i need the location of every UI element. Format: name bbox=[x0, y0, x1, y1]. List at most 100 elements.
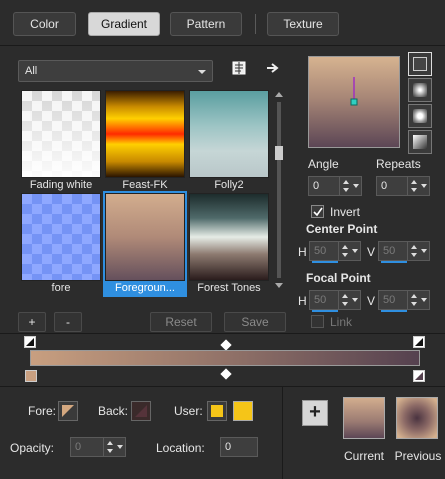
linear-style-button[interactable] bbox=[408, 52, 432, 76]
previous-gradient-preview[interactable] bbox=[396, 397, 438, 439]
focal-h-stepper[interactable] bbox=[338, 291, 360, 309]
swatch-preview bbox=[21, 90, 101, 178]
scroll-thumb[interactable] bbox=[275, 146, 283, 160]
swatch-label: Folly2 bbox=[214, 179, 244, 191]
section-divider bbox=[0, 386, 445, 387]
link-checkbox[interactable] bbox=[311, 315, 324, 328]
user-radio[interactable] bbox=[207, 401, 227, 421]
center-h-input[interactable]: 50 bbox=[309, 241, 361, 263]
current-label: Current bbox=[343, 449, 384, 463]
focal-v-slider[interactable] bbox=[381, 310, 407, 312]
back-swatch[interactable] bbox=[131, 401, 151, 421]
check-icon bbox=[313, 207, 323, 217]
swatch-label: Feast-FK bbox=[122, 179, 168, 191]
center-h-slider[interactable] bbox=[312, 261, 338, 263]
gradient-swatch-foreground[interactable]: Foregroun... bbox=[103, 191, 187, 297]
angle-label: Angle bbox=[308, 157, 339, 171]
section-divider bbox=[0, 333, 445, 334]
swatch-preview bbox=[189, 90, 269, 178]
opacity-stop-right[interactable] bbox=[413, 336, 425, 348]
focal-h-slider[interactable] bbox=[312, 310, 338, 312]
swatch-preview bbox=[105, 90, 185, 178]
tab-bar: Color Gradient Pattern Texture bbox=[0, 0, 445, 46]
location-value: 0 bbox=[225, 441, 232, 453]
angle-input[interactable]: 0 bbox=[308, 176, 362, 196]
color-stop-icon bbox=[415, 372, 423, 380]
swatch-label: Foregroun... bbox=[105, 281, 185, 295]
center-v-stepper[interactable] bbox=[407, 242, 429, 260]
previous-label: Previous bbox=[394, 449, 442, 463]
gradient-swatch-folly2[interactable]: Folly2 bbox=[189, 90, 269, 192]
opacity-stop-left[interactable] bbox=[24, 336, 36, 348]
gradient-swatch-fading-white[interactable]: Fading white bbox=[21, 90, 101, 192]
repeats-value: 0 bbox=[381, 180, 388, 192]
gradient-swatch-forest-tones[interactable]: Forest Tones bbox=[189, 193, 269, 295]
opacity-stepper[interactable] bbox=[103, 438, 125, 456]
scroll-up-icon[interactable] bbox=[275, 92, 283, 97]
focal-v-label: V bbox=[367, 294, 376, 308]
opacity-midpoint[interactable] bbox=[220, 339, 232, 351]
gradient-direction-handle[interactable] bbox=[309, 57, 399, 147]
category-select-value: All bbox=[25, 65, 38, 77]
location-label: Location: bbox=[156, 441, 205, 455]
opacity-label: Opacity: bbox=[10, 441, 55, 455]
invert-checkbox[interactable] bbox=[311, 205, 324, 218]
center-v-input[interactable]: 50 bbox=[378, 241, 430, 263]
color-midpoint[interactable] bbox=[220, 368, 232, 380]
arrow-right-icon[interactable] bbox=[266, 61, 280, 75]
gradient-preview[interactable] bbox=[308, 56, 400, 148]
tab-gradient[interactable]: Gradient bbox=[88, 12, 160, 36]
tab-separator bbox=[255, 14, 256, 34]
sunburst-style-button[interactable] bbox=[408, 104, 432, 128]
opacity-stop-icon bbox=[415, 338, 423, 346]
center-v-label: V bbox=[367, 245, 376, 259]
swatch-label: Fading white bbox=[29, 179, 93, 191]
repeats-input[interactable]: 0 bbox=[376, 176, 430, 196]
focal-v-value: 50 bbox=[383, 294, 396, 306]
swatch-preview bbox=[21, 193, 101, 281]
add-to-swatches-button[interactable]: + bbox=[302, 400, 328, 426]
remove-gradient-button[interactable]: - bbox=[54, 312, 82, 332]
radial-style-button[interactable] bbox=[408, 130, 432, 154]
color-stop-right[interactable] bbox=[413, 370, 425, 382]
location-input[interactable]: 0 bbox=[220, 437, 258, 457]
focal-point-label: Focal Point bbox=[306, 271, 371, 285]
scroll-down-icon[interactable] bbox=[275, 283, 283, 288]
user-label: User: bbox=[174, 404, 203, 418]
center-h-stepper[interactable] bbox=[338, 242, 360, 260]
color-stop-left[interactable] bbox=[25, 370, 37, 382]
focal-v-stepper[interactable] bbox=[407, 291, 429, 309]
gradient-swatch-fore[interactable]: fore bbox=[21, 193, 101, 295]
reset-button[interactable]: Reset bbox=[150, 312, 212, 332]
gradient-bar[interactable] bbox=[30, 350, 420, 366]
link-label: Link bbox=[330, 315, 353, 329]
center-h-value: 50 bbox=[314, 245, 327, 257]
add-gradient-button[interactable]: + bbox=[18, 312, 46, 332]
swatch-preview bbox=[105, 193, 185, 281]
save-button[interactable]: Save bbox=[224, 312, 286, 332]
tab-pattern[interactable]: Pattern bbox=[170, 12, 242, 36]
repeats-stepper[interactable] bbox=[407, 177, 429, 195]
current-gradient-preview bbox=[343, 397, 385, 439]
rectangular-style-button[interactable] bbox=[408, 78, 432, 102]
center-v-slider[interactable] bbox=[381, 261, 407, 263]
category-select[interactable]: All bbox=[18, 60, 213, 82]
swatch-scrollbar[interactable] bbox=[274, 90, 284, 290]
swatch-label: fore bbox=[51, 282, 71, 294]
focal-v-input[interactable]: 50 bbox=[378, 290, 430, 312]
opacity-input[interactable]: 0 bbox=[70, 437, 126, 457]
tab-color[interactable]: Color bbox=[13, 12, 76, 36]
center-h-label: H bbox=[298, 245, 307, 259]
fore-label: Fore: bbox=[28, 404, 57, 418]
user-color-swatch[interactable] bbox=[233, 401, 253, 421]
tab-texture[interactable]: Texture bbox=[267, 12, 339, 36]
invert-label: Invert bbox=[330, 205, 361, 219]
fore-swatch[interactable] bbox=[58, 401, 78, 421]
gradient-swatch-feast-fk[interactable]: Feast-FK bbox=[105, 90, 185, 192]
focal-h-label: H bbox=[298, 294, 307, 308]
swatch-preview bbox=[189, 193, 269, 281]
back-label: Back: bbox=[98, 404, 129, 418]
focal-h-input[interactable]: 50 bbox=[309, 290, 361, 312]
angle-stepper[interactable] bbox=[339, 177, 361, 195]
library-icon[interactable] bbox=[232, 61, 246, 75]
